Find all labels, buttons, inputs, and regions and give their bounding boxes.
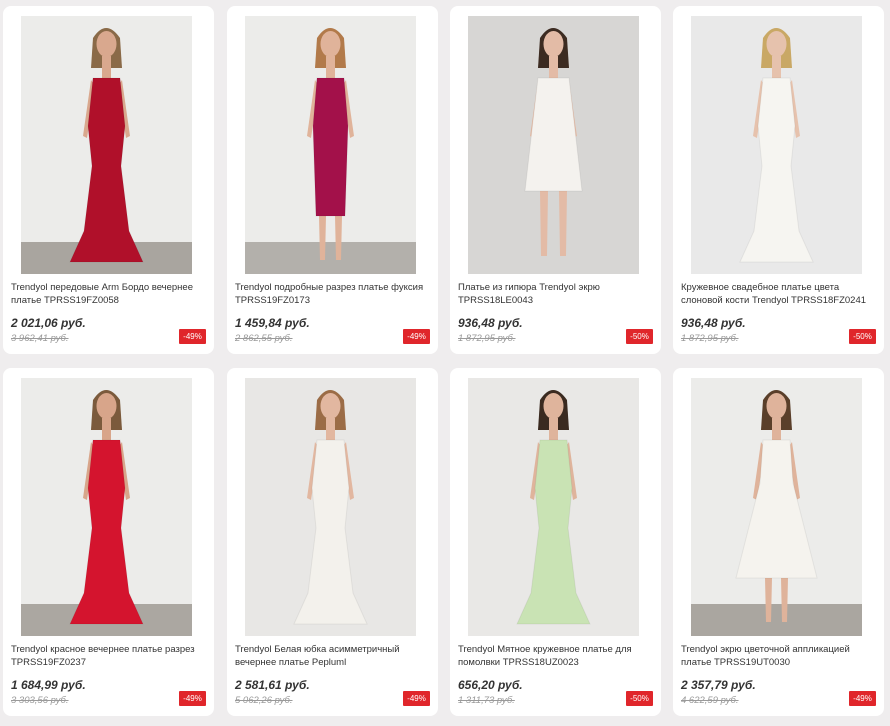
product-photo-svg <box>21 378 192 636</box>
product-price: 936,48 руб. <box>681 316 746 330</box>
product-title[interactable]: Trendyol подробные разрез платье фуксия … <box>235 282 431 308</box>
product-photo-svg <box>691 378 862 636</box>
product-photo-svg <box>468 16 639 274</box>
product-price: 2 021,06 руб. <box>11 316 86 330</box>
model-head <box>320 393 341 419</box>
discount-badge: -49% <box>179 691 206 706</box>
product-title[interactable]: Trendyol передовые Arm Бордо вечернее пл… <box>11 282 207 308</box>
model-neck <box>549 418 558 442</box>
product-old-price: 5 062,26 руб. <box>235 695 293 706</box>
product-card[interactable]: Trendyol передовые Arm Бордо вечернее пл… <box>3 6 214 354</box>
discount-badge: -50% <box>626 329 653 344</box>
photo-floor <box>468 242 639 274</box>
ecru-flower-dress-image[interactable] <box>691 378 862 636</box>
product-card[interactable]: Trendyol экрю цветочной аппликацией плат… <box>673 368 884 716</box>
product-card[interactable]: Trendyol красное вечернее платье разрез … <box>3 368 214 716</box>
product-old-price: 1 872,95 руб. <box>458 333 516 344</box>
model-head <box>766 31 787 57</box>
product-price: 1 459,84 руб. <box>235 316 310 330</box>
product-photo-svg <box>245 16 416 274</box>
model-head <box>543 393 564 419</box>
model-neck <box>549 56 558 80</box>
product-photo-svg <box>691 16 862 274</box>
model-dress <box>312 77 349 217</box>
mint-lace-gown-image[interactable] <box>468 378 639 636</box>
model-head <box>766 393 787 419</box>
discount-badge: -49% <box>179 329 206 344</box>
product-title[interactable]: Платье из гипюра Trendyol экрю TPRSS18LE… <box>458 282 654 308</box>
discount-badge: -50% <box>626 691 653 706</box>
model-neck <box>772 56 781 80</box>
model-head <box>96 31 117 57</box>
product-old-price: 3 303,56 руб. <box>11 695 69 706</box>
product-photo-svg <box>245 378 416 636</box>
photo-floor <box>245 242 416 274</box>
white-peplum-dress-image[interactable] <box>245 378 416 636</box>
discount-badge: -49% <box>403 329 430 344</box>
product-old-price: 3 962,41 руб. <box>11 333 69 344</box>
product-title[interactable]: Trendyol Белая юбка асимметричный вечерн… <box>235 644 431 670</box>
product-card[interactable]: Trendyol Мятное кружевное платье для пом… <box>450 368 661 716</box>
product-old-price: 4 622,59 руб. <box>681 695 739 706</box>
model-neck <box>102 56 111 80</box>
product-old-price: 1 311,73 руб. <box>458 695 515 706</box>
product-title[interactable]: Кружевное свадебное платье цвета слоново… <box>681 282 877 308</box>
product-title[interactable]: Trendyol Мятное кружевное платье для пом… <box>458 644 654 670</box>
model-head <box>543 31 564 57</box>
product-card[interactable]: Платье из гипюра Trendyol экрю TPRSS18LE… <box>450 6 661 354</box>
product-title[interactable]: Trendyol экрю цветочной аппликацией плат… <box>681 644 877 670</box>
red-evening-gown-image[interactable] <box>21 16 192 274</box>
discount-badge: -50% <box>849 329 876 344</box>
model-neck <box>326 418 335 442</box>
model-neck <box>326 56 335 80</box>
discount-badge: -49% <box>403 691 430 706</box>
product-photo-svg <box>468 378 639 636</box>
product-old-price: 2 862,55 руб. <box>235 333 293 344</box>
product-grid: Trendyol передовые Arm Бордо вечернее пл… <box>0 0 890 726</box>
model-head <box>320 31 341 57</box>
model-head <box>96 393 117 419</box>
product-card[interactable]: Trendyol подробные разрез платье фуксия … <box>227 6 438 354</box>
lace-white-dress-image[interactable] <box>468 16 639 274</box>
photo-floor <box>691 604 862 636</box>
product-price: 656,20 руб. <box>458 678 523 692</box>
model-neck <box>772 418 781 442</box>
product-card[interactable]: Trendyol Белая юбка асимметричный вечерн… <box>227 368 438 716</box>
product-title[interactable]: Trendyol красное вечернее платье разрез … <box>11 644 207 670</box>
discount-badge: -49% <box>849 691 876 706</box>
product-price: 2 581,61 руб. <box>235 678 310 692</box>
product-price: 936,48 руб. <box>458 316 523 330</box>
product-photo-svg <box>21 16 192 274</box>
product-price: 1 684,99 руб. <box>11 678 86 692</box>
product-price: 2 357,79 руб. <box>681 678 756 692</box>
ivory-wedding-dress-image[interactable] <box>691 16 862 274</box>
product-card[interactable]: Кружевное свадебное платье цвета слоново… <box>673 6 884 354</box>
fuchsia-dress-image[interactable] <box>245 16 416 274</box>
product-old-price: 1 872,95 руб. <box>681 333 739 344</box>
red-slit-gown-image[interactable] <box>21 378 192 636</box>
model-neck <box>102 418 111 442</box>
